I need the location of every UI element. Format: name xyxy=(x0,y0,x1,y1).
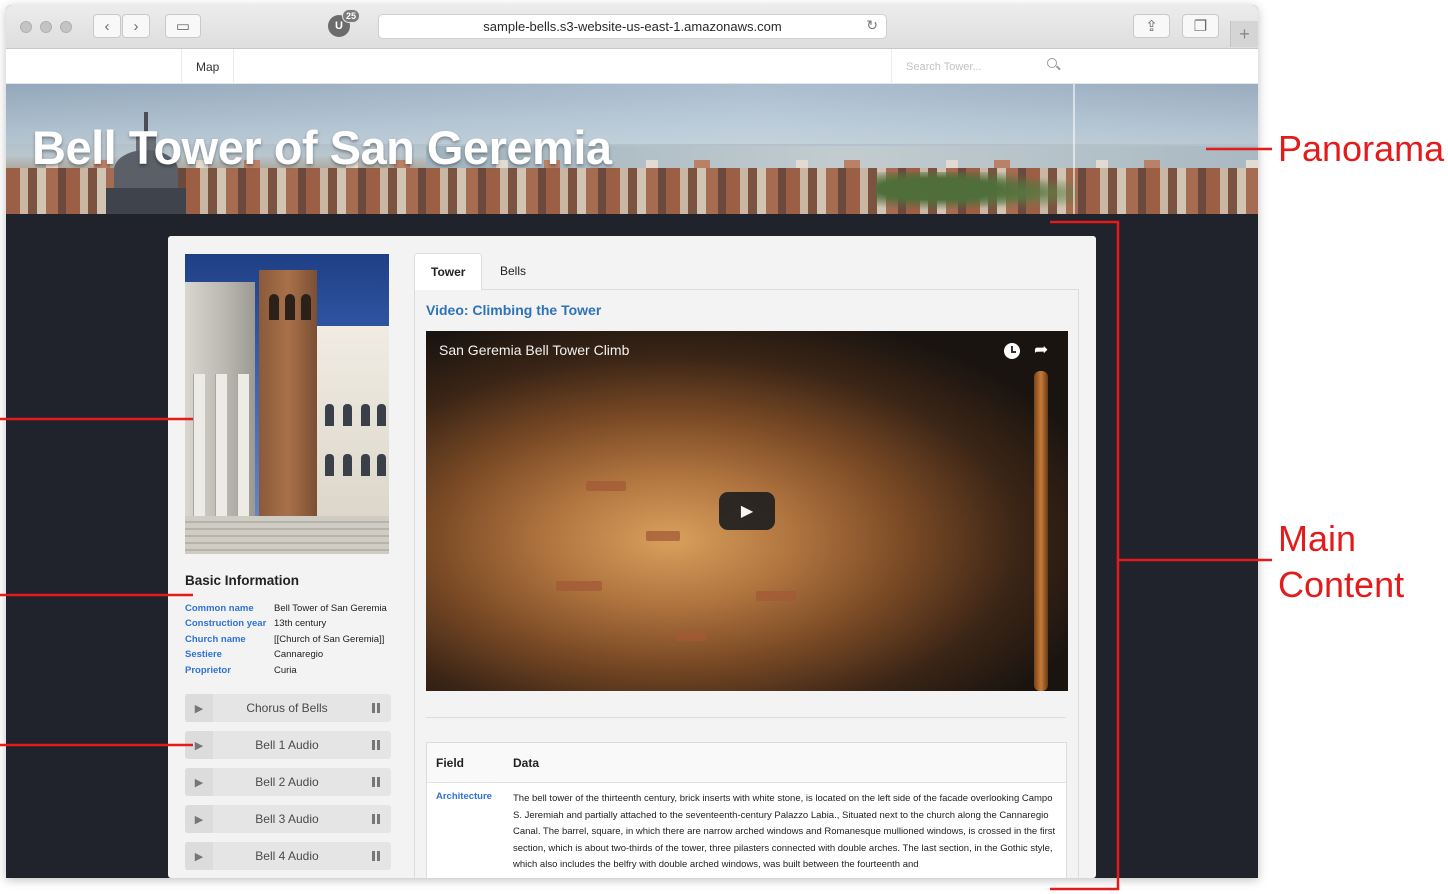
reload-icon[interactable]: ↻ xyxy=(866,17,878,34)
info-row: Sestiere Cannaregio xyxy=(185,647,387,662)
play-icon[interactable]: ▶ xyxy=(185,768,213,796)
nav-item-map[interactable]: Map xyxy=(181,49,235,84)
audio-label: Bell 2 Audio xyxy=(255,775,319,789)
panorama-banner: Bell Tower of San Geremia xyxy=(6,84,1258,214)
pause-icon[interactable] xyxy=(361,777,391,787)
info-value: Curia xyxy=(274,664,297,676)
column-header-field: Field xyxy=(436,755,465,770)
play-icon[interactable]: ▶ xyxy=(719,492,775,530)
page-title: Bell Tower of San Geremia xyxy=(32,121,612,174)
tab-tower[interactable]: Tower xyxy=(414,253,483,290)
audio-player-bell-4: ▶ Bell 4 Audio xyxy=(185,842,391,870)
video-title: San Geremia Bell Tower Climb xyxy=(439,342,630,358)
back-icon[interactable]: ‹ xyxy=(93,14,121,38)
info-key: Church name xyxy=(185,633,246,645)
audio-label: Bell 1 Audio xyxy=(255,738,319,752)
basic-info-heading: Basic Information xyxy=(185,573,300,588)
info-key: Common name xyxy=(185,603,254,614)
minimize-window-button[interactable] xyxy=(40,21,52,33)
panorama-seam xyxy=(1073,84,1075,214)
field-data-table: Field Data Architecture The bell tower o… xyxy=(426,742,1067,878)
main-content-annotation-label: Main Content xyxy=(1278,516,1404,608)
column-header-data: Data xyxy=(513,755,540,770)
share-icon[interactable]: ⇪ xyxy=(1133,14,1170,38)
field-name[interactable]: Architecture xyxy=(427,791,513,874)
annotation-line-2: Content xyxy=(1278,564,1405,605)
info-value: 13th century xyxy=(274,618,327,630)
search-placeholder: Search Tower... xyxy=(906,60,982,73)
info-key: Proprietor xyxy=(185,664,231,676)
info-row: Church name [[Church of San Geremia]] xyxy=(185,632,387,647)
info-row: Construction year 13th century xyxy=(185,616,387,631)
play-icon[interactable]: ▶ xyxy=(185,694,213,722)
audio-player-bell-3: ▶ Bell 3 Audio xyxy=(185,805,391,833)
pause-icon[interactable] xyxy=(361,814,391,824)
extension-button[interactable]: U 25 xyxy=(328,9,361,37)
address-bar[interactable]: sample-bells.s3-website-us-east-1.amazon… xyxy=(378,14,887,39)
pause-icon[interactable] xyxy=(361,703,391,713)
info-row: Proprietor Curia xyxy=(185,663,387,678)
tabs-icon[interactable]: ❐ xyxy=(1182,14,1219,38)
sidebar-icon[interactable]: ▭ xyxy=(165,14,201,38)
info-row: Common name Bell Tower of San Geremia xyxy=(185,601,387,616)
share-icon[interactable]: ➦ xyxy=(1034,340,1048,360)
search-icon[interactable] xyxy=(1047,58,1057,68)
tower-photo xyxy=(185,254,389,554)
extension-badge-letter: U xyxy=(335,20,343,32)
info-value: Cannaregio xyxy=(274,649,324,661)
audio-player-bell-1: ▶ Bell 1 Audio xyxy=(185,731,391,759)
info-value: [[Church of San Geremia]] xyxy=(274,633,385,645)
forward-icon[interactable]: › xyxy=(122,14,150,38)
search-input[interactable]: Search Tower... xyxy=(891,49,1071,84)
panorama-annotation-label: Panorama xyxy=(1278,128,1445,169)
play-icon[interactable]: ▶ xyxy=(185,842,213,870)
basic-info-table: Common name Bell Tower of San Geremia Co… xyxy=(185,601,387,678)
extension-count-badge: 25 xyxy=(342,9,361,23)
main-content-card: Basic Information Common name Bell Tower… xyxy=(168,236,1096,878)
annotation-line-1: Main xyxy=(1278,518,1357,559)
panorama-trees xyxy=(876,172,1076,214)
play-icon[interactable]: ▶ xyxy=(185,731,213,759)
pause-icon[interactable] xyxy=(361,740,391,750)
close-window-button[interactable] xyxy=(20,21,32,33)
watch-later-icon[interactable] xyxy=(1004,343,1020,359)
audio-label: Bell 4 Audio xyxy=(255,849,319,863)
table-row: Architecture The bell tower of the thirt… xyxy=(427,783,1066,874)
video-heading: Video: Climbing the Tower xyxy=(426,302,602,318)
info-key: Construction year xyxy=(185,618,267,630)
field-data: The bell tower of the thirteenth century… xyxy=(513,793,1056,871)
pause-icon[interactable] xyxy=(361,851,391,861)
audio-player-bell-2: ▶ Bell 2 Audio xyxy=(185,768,391,796)
play-icon[interactable]: ▶ xyxy=(185,805,213,833)
video-player[interactable]: San Geremia Bell Tower Climb ➦ ▶ xyxy=(426,331,1068,691)
info-key: Sestiere xyxy=(185,649,222,661)
audio-label: Bell 3 Audio xyxy=(255,812,319,826)
audio-label: Chorus of Bells xyxy=(246,701,328,715)
browser-window: ‹ › ▭ U 25 sample-bells.s3-website-us-ea… xyxy=(6,5,1258,878)
zoom-window-button[interactable] xyxy=(60,21,72,33)
info-value: Bell Tower of San Geremia xyxy=(274,603,387,614)
new-tab-icon[interactable]: + xyxy=(1230,21,1258,47)
divider xyxy=(426,717,1066,718)
tab-bells[interactable]: Bells xyxy=(484,253,542,289)
table-header: Field Data xyxy=(427,743,1066,783)
audio-player-chorus: ▶ Chorus of Bells xyxy=(185,694,391,722)
site-navbar: Map Search Tower... xyxy=(6,49,1258,84)
url-text: sample-bells.s3-website-us-east-1.amazon… xyxy=(483,19,782,34)
browser-toolbar: ‹ › ▭ U 25 sample-bells.s3-website-us-ea… xyxy=(6,5,1258,49)
